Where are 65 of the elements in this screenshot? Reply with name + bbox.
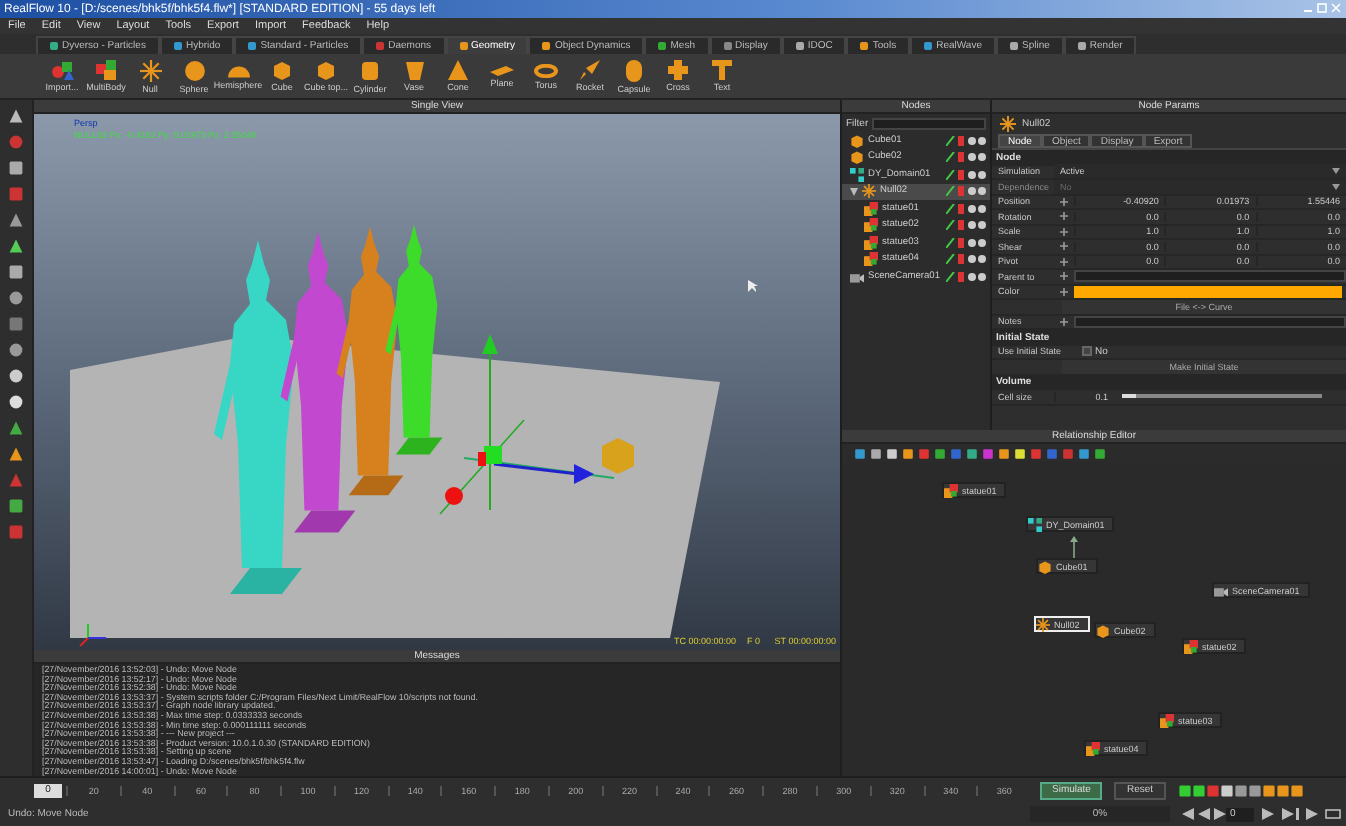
cone-icon[interactable] [448,60,468,80]
visibility-icons[interactable] [946,203,986,214]
playback-controls-icon[interactable] [1182,808,1226,820]
plane-icon[interactable] [490,65,514,75]
tab-icon [1009,42,1018,50]
star-icon[interactable] [139,59,161,81]
visibility-icons[interactable] [946,254,986,265]
slider-fill[interactable] [1122,394,1136,399]
visibility-icons[interactable] [946,186,986,197]
grid-icon [850,167,864,182]
visibility-icons[interactable] [946,220,986,231]
camera-icon [850,269,864,284]
plus-icon[interactable] [1060,227,1068,236]
tab-icon [542,42,551,50]
star-icon [1000,116,1016,132]
camera-icon [1214,583,1228,597]
transform-gizmo-drawing[interactable] [439,334,615,515]
plus-icon[interactable] [1060,257,1068,266]
playback-controls-icon[interactable] [1262,808,1342,820]
cross-icon[interactable] [668,60,688,80]
shapes-icon[interactable] [51,60,73,80]
mesh-icon [1160,713,1174,727]
visibility-icons[interactable] [946,169,986,180]
rocket-icon[interactable] [580,60,600,80]
cylinder-icon[interactable] [362,59,378,81]
tab-icon [459,42,468,50]
visibility-icons[interactable] [946,135,986,146]
visibility-icons[interactable] [946,152,986,163]
capsule-icon[interactable] [626,59,642,81]
tab-icon [723,42,731,50]
filter-field[interactable] [872,117,986,129]
mesh-icon [944,483,958,497]
sphere-icon[interactable] [183,59,205,81]
tab-icon [860,42,869,50]
connection-arrow [1070,536,1078,560]
tab-icon [658,42,667,50]
letter-icon[interactable] [712,60,732,80]
plus-icon[interactable] [1060,197,1068,206]
tab-icon [50,42,58,50]
tab-icon [1077,42,1086,50]
hemisphere-icon[interactable] [227,63,249,77]
tab-icon [173,42,182,50]
blocks-icon[interactable] [95,60,117,80]
expand-arrow-icon[interactable] [850,187,858,196]
torus-icon[interactable] [534,63,558,77]
checkbox[interactable] [1081,346,1092,357]
tab-icon [248,42,257,50]
plus-icon[interactable] [1060,242,1068,251]
vase-icon[interactable] [405,60,423,80]
visibility-icons[interactable] [946,271,986,282]
slider-track[interactable] [1122,394,1322,399]
param-input[interactable] [1074,270,1346,283]
grid-icon [1028,517,1042,531]
plus-icon[interactable] [1060,272,1068,281]
star-icon [862,184,876,199]
tab-icon [924,42,933,50]
plus-icon[interactable] [1060,317,1068,326]
tab-icon [795,42,804,50]
plus-icon[interactable] [1060,212,1068,221]
star-icon [1036,617,1050,631]
mesh-icon [1086,741,1100,755]
tab-icon [376,42,385,50]
mesh-icon [1184,639,1198,653]
plus-icon[interactable] [1060,287,1068,296]
visibility-icons[interactable] [946,237,986,248]
